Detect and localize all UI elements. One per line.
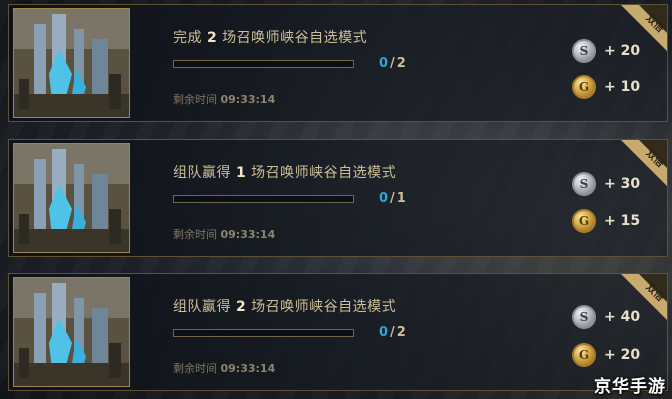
gold-coin-icon: G	[572, 343, 596, 367]
silver-coin-icon: S	[572, 305, 596, 329]
mission-title: 完成 2 场召唤师峡谷自选模式	[173, 30, 368, 46]
time-remaining: 剩余时间 09:33:14	[173, 228, 276, 241]
gold-reward: G + 20	[572, 343, 640, 367]
silver-coin-icon: S	[572, 39, 596, 63]
mission-thumbnail	[13, 143, 130, 253]
mission-card-3[interactable]: 组队赢得 2 场召唤师峡谷自选模式 0/2 剩余时间 09:33:14 S + …	[8, 273, 668, 391]
gold-coin-icon: G	[572, 75, 596, 99]
silver-coin-icon: S	[572, 172, 596, 196]
progress-bar	[173, 60, 354, 68]
gold-coin-icon: G	[572, 209, 596, 233]
progress-bar	[173, 195, 354, 203]
mission-title: 组队赢得 2 场召唤师峡谷自选模式	[173, 299, 397, 315]
mission-thumbnail	[13, 8, 130, 118]
time-remaining: 剩余时间 09:33:14	[173, 362, 276, 375]
site-watermark: 京华手游	[594, 377, 666, 397]
mission-thumbnail	[13, 277, 130, 387]
double-badge: 双倍	[620, 140, 667, 187]
progress-count: 0/2	[379, 325, 406, 340]
mission-card-2[interactable]: 组队赢得 1 场召唤师峡谷自选模式 0/1 剩余时间 09:33:14 S + …	[8, 139, 668, 257]
progress-bar	[173, 329, 354, 337]
double-badge: 双倍	[620, 274, 667, 321]
gold-reward: G + 15	[572, 209, 640, 233]
double-badge: 双倍	[620, 5, 667, 52]
progress-count: 0/1	[379, 191, 406, 206]
time-remaining: 剩余时间 09:33:14	[173, 93, 276, 106]
mission-title: 组队赢得 1 场召唤师峡谷自选模式	[173, 165, 397, 181]
mission-card-1[interactable]: 完成 2 场召唤师峡谷自选模式 0/2 剩余时间 09:33:14 S + 20…	[8, 4, 668, 122]
progress-count: 0/2	[379, 56, 406, 71]
gold-reward: G + 10	[572, 75, 640, 99]
